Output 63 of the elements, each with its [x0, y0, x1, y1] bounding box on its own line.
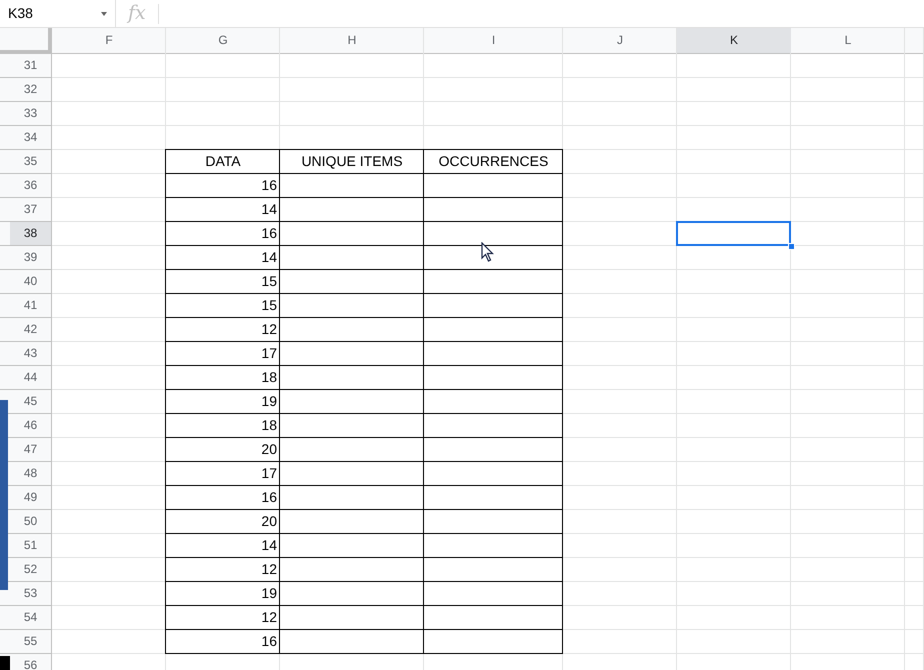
- table-cell[interactable]: 19: [166, 390, 280, 414]
- row-header[interactable]: 42: [10, 318, 51, 341]
- row-header[interactable]: 54: [10, 606, 51, 629]
- cell-reference: K38: [8, 4, 34, 23]
- table-cell[interactable]: 18: [166, 366, 280, 390]
- row-header[interactable]: 35: [10, 150, 51, 173]
- table-cell[interactable]: 16: [166, 174, 280, 198]
- row-header[interactable]: 31: [10, 54, 51, 77]
- row-header[interactable]: 37: [10, 198, 51, 221]
- table-cell[interactable]: 12: [166, 558, 280, 582]
- row-header[interactable]: 41: [10, 294, 51, 317]
- row-header[interactable]: 45: [10, 390, 51, 413]
- row-header[interactable]: 43: [10, 342, 51, 365]
- table-cell[interactable]: 14: [166, 246, 280, 270]
- table-cell[interactable]: 20: [166, 438, 280, 462]
- column-header[interactable]: J: [563, 28, 677, 53]
- column-header[interactable]: I: [424, 28, 563, 53]
- mouse-cursor-icon: [481, 242, 494, 262]
- column-header[interactable]: K: [677, 28, 791, 53]
- table-cell[interactable]: 15: [166, 294, 280, 318]
- row-header[interactable]: 51: [10, 534, 51, 557]
- side-panel-edge: [0, 656, 10, 670]
- table-cell[interactable]: DATA: [166, 150, 280, 174]
- table-cell[interactable]: 19: [166, 582, 280, 606]
- row-header[interactable]: 50: [10, 510, 51, 533]
- row-header[interactable]: 49: [10, 486, 51, 509]
- caret-icon[interactable]: [101, 12, 107, 16]
- row-header[interactable]: 48: [10, 462, 51, 485]
- table-cell[interactable]: 16: [166, 486, 280, 510]
- table-cell[interactable]: 17: [166, 462, 280, 486]
- row-header[interactable]: 47: [10, 438, 51, 461]
- row-header[interactable]: 39: [10, 246, 51, 269]
- table-cell[interactable]: 16: [166, 222, 280, 246]
- row-header[interactable]: 55: [10, 630, 51, 653]
- column-header[interactable]: L: [791, 28, 905, 53]
- table-cell[interactable]: 14: [166, 534, 280, 558]
- row-header[interactable]: 32: [10, 78, 51, 101]
- table-cell[interactable]: 20: [166, 510, 280, 534]
- row-header[interactable]: 56: [10, 654, 51, 670]
- column-header[interactable]: F: [52, 28, 166, 53]
- table-cell[interactable]: 18: [166, 414, 280, 438]
- column-header[interactable]: H: [280, 28, 424, 53]
- row-header[interactable]: 44: [10, 366, 51, 389]
- table-cell[interactable]: UNIQUE ITEMS: [280, 150, 424, 174]
- row-header[interactable]: 52: [10, 558, 51, 581]
- name-box[interactable]: K38: [0, 0, 116, 27]
- table-cell[interactable]: OCCURRENCES: [424, 150, 563, 174]
- row-header[interactable]: 53: [10, 582, 51, 605]
- table-cell[interactable]: 12: [166, 606, 280, 630]
- formula-label: fx: [116, 4, 159, 24]
- row-header[interactable]: 33: [10, 102, 51, 125]
- row-header[interactable]: 36: [10, 174, 51, 197]
- row-header[interactable]: 40: [10, 270, 51, 293]
- column-header[interactable]: G: [166, 28, 280, 53]
- row-header[interactable]: 46: [10, 414, 51, 437]
- table-cell[interactable]: 15: [166, 270, 280, 294]
- table-cell[interactable]: 14: [166, 198, 280, 222]
- row-header[interactable]: 38: [10, 222, 51, 245]
- table-cell[interactable]: 17: [166, 342, 280, 366]
- fill-handle[interactable]: [788, 243, 795, 250]
- row-header[interactable]: 34: [10, 126, 51, 149]
- table-cell[interactable]: 16: [166, 630, 280, 654]
- table-cell[interactable]: 12: [166, 318, 280, 342]
